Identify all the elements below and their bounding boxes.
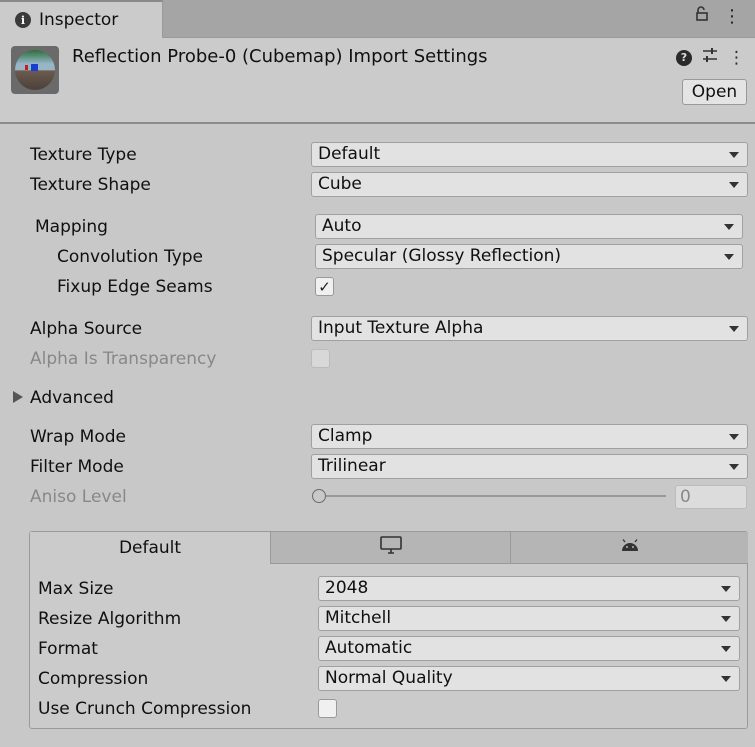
- header-more-icon[interactable]: ⋮: [728, 48, 745, 68]
- chevron-down-icon: [729, 152, 739, 158]
- filter-mode-label: Filter Mode: [30, 457, 124, 477]
- compression-value: Normal Quality: [325, 668, 453, 688]
- wrap-mode-dropdown[interactable]: Clamp: [311, 424, 748, 449]
- chevron-down-icon: [729, 326, 739, 332]
- aniso-level-label: Aniso Level: [30, 487, 127, 507]
- chevron-down-icon: [729, 434, 739, 440]
- tab-label: Inspector: [39, 10, 119, 30]
- aniso-level-slider-handle: [312, 489, 326, 503]
- platform-tab-default[interactable]: Default: [30, 532, 270, 564]
- texture-type-label: Texture Type: [30, 145, 137, 165]
- aniso-level-slider-track: [318, 495, 666, 497]
- cubemap-thumbnail: [11, 46, 59, 94]
- asset-title: Reflection Probe-0 (Cubemap) Import Sett…: [72, 46, 488, 67]
- chevron-down-icon: [721, 646, 731, 652]
- convolution-type-dropdown[interactable]: Specular (Glossy Reflection): [315, 244, 743, 269]
- foldout-arrow-icon[interactable]: [13, 391, 23, 403]
- max-size-value: 2048: [325, 578, 369, 598]
- fixup-edge-seams-label: Fixup Edge Seams: [57, 277, 213, 297]
- convolution-type-value: Specular (Glossy Reflection): [322, 246, 562, 266]
- asset-header: Reflection Probe-0 (Cubemap) Import Sett…: [0, 38, 755, 124]
- alpha-is-transparency-label: Alpha Is Transparency: [30, 349, 217, 369]
- max-size-label: Max Size: [38, 579, 114, 599]
- chevron-down-icon: [724, 224, 734, 230]
- wrap-mode-label: Wrap Mode: [30, 427, 126, 447]
- compression-label: Compression: [38, 669, 149, 689]
- use-crunch-label: Use Crunch Compression: [38, 699, 252, 719]
- max-size-dropdown[interactable]: 2048: [318, 576, 740, 601]
- more-menu-icon[interactable]: ⋮: [723, 6, 741, 27]
- platform-tab-standalone[interactable]: [270, 532, 510, 564]
- platform-tab-android[interactable]: [510, 532, 748, 564]
- fixup-edge-seams-checkbox[interactable]: ✓: [315, 277, 334, 296]
- texture-shape-value: Cube: [318, 174, 362, 194]
- alpha-is-transparency-checkbox: [311, 349, 330, 368]
- help-icon[interactable]: ?: [676, 49, 692, 66]
- chevron-down-icon: [729, 182, 739, 188]
- resize-algorithm-dropdown[interactable]: Mitchell: [318, 606, 740, 631]
- resize-algorithm-value: Mitchell: [325, 608, 392, 628]
- wrap-mode-value: Clamp: [318, 426, 373, 446]
- filter-mode-dropdown[interactable]: Trilinear: [311, 454, 748, 479]
- chevron-down-icon: [721, 676, 731, 682]
- format-value: Automatic: [325, 638, 413, 658]
- info-icon: i: [15, 12, 31, 28]
- resize-algorithm-label: Resize Algorithm: [38, 609, 182, 629]
- chevron-down-icon: [721, 616, 731, 622]
- filter-mode-value: Trilinear: [318, 456, 386, 476]
- android-icon: [620, 538, 640, 558]
- format-dropdown[interactable]: Automatic: [318, 636, 740, 661]
- alpha-source-label: Alpha Source: [30, 319, 143, 339]
- convolution-type-label: Convolution Type: [57, 247, 204, 267]
- chevron-down-icon: [721, 586, 731, 592]
- preset-icon[interactable]: [702, 47, 718, 68]
- mapping-dropdown[interactable]: Auto: [315, 214, 743, 239]
- advanced-foldout[interactable]: Advanced: [30, 385, 114, 411]
- chevron-down-icon: [729, 464, 739, 470]
- mapping-label: Mapping: [35, 217, 108, 237]
- tab-bar: i Inspector ⋮: [0, 0, 755, 38]
- monitor-icon: [379, 536, 402, 559]
- lock-icon[interactable]: [695, 6, 709, 27]
- alpha-source-dropdown[interactable]: Input Texture Alpha: [311, 316, 748, 341]
- use-crunch-checkbox[interactable]: [318, 699, 337, 718]
- mapping-value: Auto: [322, 216, 362, 236]
- format-label: Format: [38, 639, 98, 659]
- aniso-level-field: 0: [675, 485, 747, 509]
- tab-inspector[interactable]: i Inspector: [0, 0, 163, 38]
- texture-shape-dropdown[interactable]: Cube: [311, 172, 748, 197]
- chevron-down-icon: [724, 254, 734, 260]
- texture-shape-label: Texture Shape: [30, 175, 151, 195]
- tab-controls: ⋮: [695, 6, 741, 27]
- compression-dropdown[interactable]: Normal Quality: [318, 666, 740, 691]
- alpha-source-value: Input Texture Alpha: [318, 318, 484, 338]
- header-icons: ? ⋮: [676, 47, 745, 68]
- texture-type-dropdown[interactable]: Default: [311, 142, 748, 167]
- texture-type-value: Default: [318, 144, 381, 164]
- open-button[interactable]: Open: [682, 79, 747, 105]
